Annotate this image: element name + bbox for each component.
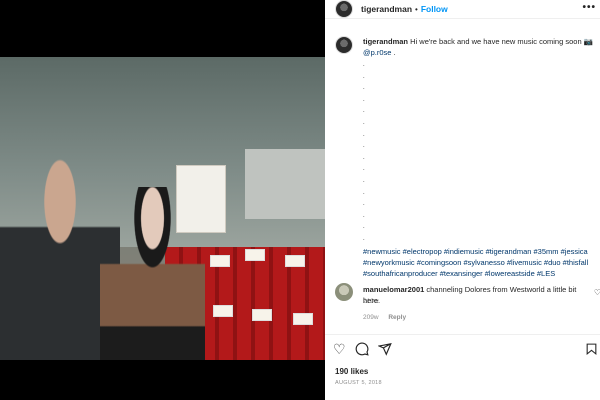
- comment-text-block: manuelomar2001 channeling Dolores from W…: [363, 284, 585, 306]
- post-media: [0, 0, 325, 400]
- photo-sale-tag: [252, 309, 272, 321]
- header-username[interactable]: tigerandman: [361, 4, 412, 14]
- photo-sale-tag: [245, 249, 265, 261]
- comment-like-icon[interactable]: ♡: [594, 288, 600, 297]
- comment-meta: 209w Reply: [363, 314, 406, 321]
- comment-timestamp[interactable]: 209w: [363, 314, 379, 321]
- comment-avatar[interactable]: [335, 283, 353, 301]
- follow-button[interactable]: Follow: [421, 4, 448, 14]
- caption-dots: . . . . . . . . . . . . . . . .: [363, 62, 365, 242]
- post-header: tigerandman • Follow •••: [325, 0, 600, 19]
- post-date[interactable]: AUGUST 5, 2018: [335, 380, 382, 386]
- avatar[interactable]: [335, 0, 353, 18]
- photo-sale-tag: [213, 305, 233, 317]
- comment-username[interactable]: manuelomar2001: [363, 285, 424, 294]
- bookmark-icon[interactable]: [585, 342, 598, 358]
- reply-button[interactable]: Reply: [388, 314, 406, 321]
- photo-sale-tag: [210, 255, 230, 267]
- caption-trailing: .: [393, 48, 396, 57]
- photo-sale-tag: [285, 255, 305, 267]
- caption-username[interactable]: tigerandman: [363, 37, 408, 46]
- photo-sign-secondary: [245, 149, 325, 219]
- post-panel: tigerandman • Follow ••• tigerandman Hi …: [325, 0, 600, 400]
- caption-mention[interactable]: @p.r0se: [363, 48, 391, 57]
- more-options-icon[interactable]: •••: [582, 2, 596, 13]
- caption-hashtags[interactable]: #newmusic #electropop #indiemusic #tiger…: [363, 246, 599, 279]
- header-separator: •: [415, 4, 418, 14]
- action-icons: ♡: [333, 342, 392, 358]
- comment-icon[interactable]: [355, 342, 369, 358]
- photo-sale-tag: [293, 313, 313, 325]
- likes-count[interactable]: 190 likes: [335, 367, 368, 376]
- camera-icon: 📷: [583, 37, 594, 46]
- caption-text: Hi we're back and we have new music comi…: [410, 37, 582, 46]
- share-icon[interactable]: [376, 342, 392, 358]
- heart-icon[interactable]: ♡: [333, 342, 346, 358]
- caption-avatar[interactable]: [335, 36, 353, 54]
- photo-person-woman: [100, 187, 205, 360]
- caption-text-block: tigerandman Hi we're back and we have ne…: [363, 36, 600, 58]
- post-actions: ♡ 190 likes AUGUST 5, 2018: [325, 334, 600, 400]
- post-photo[interactable]: [0, 57, 325, 360]
